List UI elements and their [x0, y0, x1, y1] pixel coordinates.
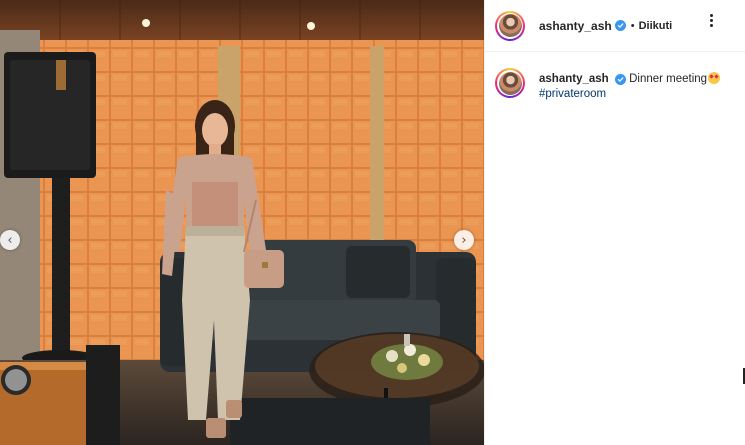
caption-username-link[interactable]: ashanty_ash [539, 73, 609, 85]
chevron-right-icon: › [461, 232, 467, 248]
star-struck-emoji-icon [708, 72, 721, 84]
verified-badge-icon [614, 74, 626, 85]
post-sidebar: ashanty_ash • Diikuti ashanty_ash Dinner… [484, 0, 745, 445]
avatar-image [498, 71, 522, 95]
caption-text: ashanty_ash Dinner meeting #privateroom [539, 72, 721, 102]
username-link[interactable]: ashanty_ash [539, 19, 612, 33]
more-options-icon[interactable] [710, 14, 713, 27]
post-header: ashanty_ash • Diikuti [485, 0, 745, 52]
caption-body: Dinner meeting [629, 73, 708, 85]
avatar-image [498, 14, 522, 37]
avatar[interactable] [495, 10, 525, 41]
caption-avatar[interactable] [495, 68, 525, 98]
verified-badge-icon [614, 20, 626, 31]
photo-image [0, 0, 484, 445]
post-caption: ashanty_ash Dinner meeting #privateroom [495, 68, 721, 102]
post-photo[interactable]: ‹ › [0, 0, 484, 445]
hashtag-link[interactable]: #privateroom [539, 88, 606, 100]
next-photo-button[interactable]: › [454, 230, 474, 250]
chevron-left-icon: ‹ [7, 232, 13, 248]
previous-photo-button[interactable]: ‹ [0, 230, 20, 250]
following-button[interactable]: Diikuti [639, 20, 673, 32]
separator-dot: • [630, 19, 635, 32]
